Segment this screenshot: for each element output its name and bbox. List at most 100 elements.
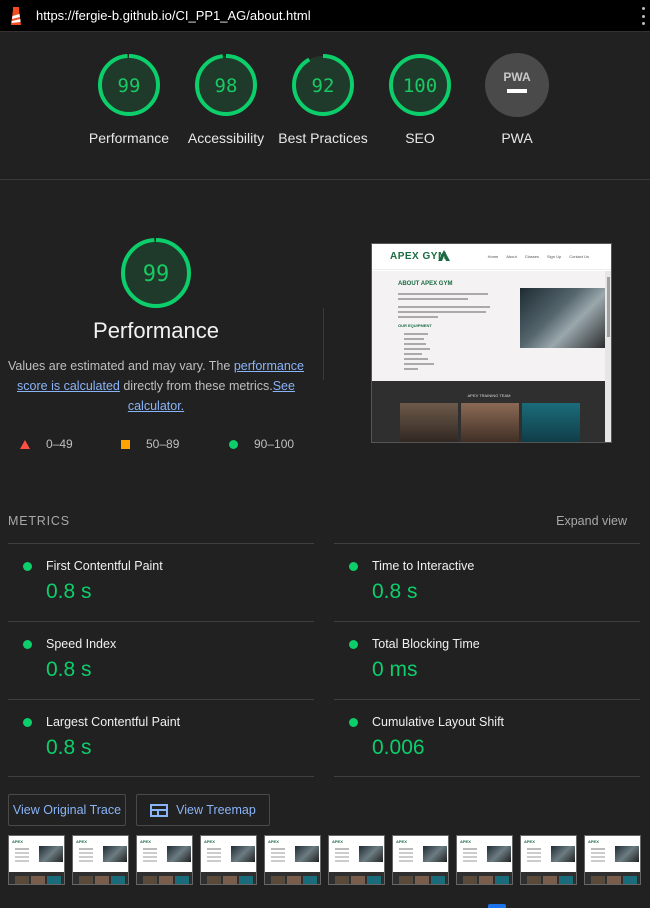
preview-trainer-photo xyxy=(461,403,519,442)
preview-text-line xyxy=(404,333,428,335)
metric-value: 0.8 s xyxy=(46,658,92,681)
score-gauge: 100 xyxy=(389,54,451,116)
pass-circle-icon xyxy=(23,562,32,571)
filmstrip-frame: APEX xyxy=(136,835,193,885)
gauge-score: 92 xyxy=(312,75,335,97)
expand-view-toggle[interactable]: Expand view xyxy=(556,514,627,528)
preview-nav-link: Classes xyxy=(524,254,539,259)
triangle-icon xyxy=(20,439,30,449)
frame-logo: APEX xyxy=(396,839,407,844)
frame-logo: APEX xyxy=(12,839,23,844)
button-label: View Original Trace xyxy=(12,803,122,817)
metric-lcp: Largest Contentful Paint 0.8 s xyxy=(8,699,314,777)
filmstrip-frame: APEX xyxy=(328,835,385,885)
legend-range: 90–100 xyxy=(254,437,295,451)
metric-name: Cumulative Layout Shift xyxy=(372,715,505,729)
metrics-heading: METRICS xyxy=(8,514,70,528)
metric-value: 0 ms xyxy=(372,658,418,681)
gauge-performance[interactable]: 99 Performance xyxy=(79,52,179,148)
preview-text-line xyxy=(398,298,468,300)
metric-value: 0.8 s xyxy=(46,580,92,603)
preview-navbar: APEX GYM Home About Classes Sign Up Cont… xyxy=(372,244,611,270)
preview-text-line xyxy=(404,343,426,345)
gauge-accessibility[interactable]: 98 Accessibility xyxy=(176,52,276,148)
preview-nav-link: Sign Up xyxy=(546,254,562,259)
legend-range: 0–49 xyxy=(46,437,73,451)
preview-text-line xyxy=(398,311,486,313)
gauge-label: Accessibility xyxy=(187,130,265,146)
divider xyxy=(8,776,314,777)
pwa-badge-icon: PWA xyxy=(485,53,549,117)
pwa-badge-text: PWA xyxy=(503,70,531,84)
metric-speed-index: Speed Index 0.8 s xyxy=(8,621,314,699)
metric-fcp: First Contentful Paint 0.8 s xyxy=(8,543,314,621)
pass-circle-icon xyxy=(23,640,32,649)
frame-logo: APEX xyxy=(332,839,343,844)
performance-gauge: 99 xyxy=(121,238,191,308)
filmstrip-frame: APEX xyxy=(8,835,65,885)
preview-text-line xyxy=(398,293,488,295)
gauge-pwa[interactable]: PWA PWA xyxy=(467,52,567,148)
divider xyxy=(334,776,640,777)
address-bar: https://fergie-b.github.io/CI_PP1_AG/abo… xyxy=(0,0,650,32)
view-treemap-button[interactable]: View Treemap xyxy=(136,794,270,826)
metric-name: Speed Index xyxy=(46,637,117,651)
legend-range: 50–89 xyxy=(146,437,180,451)
lighthouse-icon xyxy=(11,7,21,25)
pass-circle-icon xyxy=(349,718,358,727)
preview-scrollbar xyxy=(605,271,611,442)
preview-nav-link: About xyxy=(506,254,517,259)
gauge-label: Best Practices xyxy=(278,130,368,146)
gauge-label: Performance xyxy=(88,130,170,146)
gauge-label: PWA xyxy=(501,130,533,146)
preview-text-line xyxy=(404,338,424,340)
preview-gym-image xyxy=(520,288,610,348)
preview-trainer-photo xyxy=(522,403,580,442)
page-url[interactable]: https://fergie-b.github.io/CI_PP1_AG/abo… xyxy=(36,8,311,23)
category-gauges: 99 Performance 98 Accessibility 92 Best … xyxy=(0,32,650,180)
metric-name: Total Blocking Time xyxy=(372,637,480,651)
preview-subheading: OUR EQUIPMENT xyxy=(398,323,432,328)
legend-fail: 0–49 xyxy=(20,437,73,451)
metric-tti: Time to Interactive 0.8 s xyxy=(334,543,640,621)
treemap-icon xyxy=(150,803,169,817)
filmstrip-frame: APEX xyxy=(72,835,129,885)
metric-name: First Contentful Paint xyxy=(46,559,163,573)
gauge-score: 98 xyxy=(215,75,238,97)
preview-body: ABOUT APEX GYM OUR EQUIPMENT xyxy=(372,271,610,381)
square-icon xyxy=(121,439,130,449)
metric-cls: Cumulative Layout Shift 0.006 xyxy=(334,699,640,777)
gauge-seo[interactable]: 100 SEO xyxy=(370,52,470,148)
performance-score: 99 xyxy=(143,262,170,287)
scroll-indicator[interactable] xyxy=(488,904,506,908)
score-gauge: 99 xyxy=(98,54,160,116)
metric-tbt: Total Blocking Time 0 ms xyxy=(334,621,640,699)
mountain-icon xyxy=(438,250,450,261)
preview-trainer-photo xyxy=(400,403,458,442)
preview-heading: ABOUT APEX GYM xyxy=(398,281,453,287)
frame-logo: APEX xyxy=(460,839,471,844)
preview-text-line xyxy=(404,353,422,355)
view-original-trace-button[interactable]: View Original Trace xyxy=(8,794,126,826)
performance-summary: 99 Performance Values are estimated and … xyxy=(0,236,312,416)
gauge-score: 100 xyxy=(403,75,437,97)
metric-name: Time to Interactive xyxy=(372,559,475,573)
metric-name: Largest Contentful Paint xyxy=(46,715,181,729)
preview-team-heading: APEX TRAINING TEAM xyxy=(467,393,511,398)
frame-logo: APEX xyxy=(76,839,87,844)
score-gauge: 98 xyxy=(195,54,257,116)
preview-nav-link: Home xyxy=(487,254,499,259)
gauge-best-practices[interactable]: 92 Best Practices xyxy=(273,52,373,148)
filmstrip-frame: APEX xyxy=(392,835,449,885)
filmstrip-frame: APEX xyxy=(584,835,641,885)
preview-nav-link: Contact Us xyxy=(569,254,589,259)
preview-text-line xyxy=(398,306,490,308)
more-options-icon[interactable] xyxy=(640,7,646,25)
final-screenshot[interactable]: APEX GYM Home About Classes Sign Up Cont… xyxy=(371,243,612,443)
gauge-score: 99 xyxy=(118,75,141,97)
preview-text-line xyxy=(404,358,428,360)
page-footer xyxy=(0,885,650,908)
preview-team-section: APEX TRAINING TEAM xyxy=(372,381,606,442)
legend-average: 50–89 xyxy=(121,437,179,451)
desc-text: Values are estimated and may vary. The xyxy=(8,359,234,373)
